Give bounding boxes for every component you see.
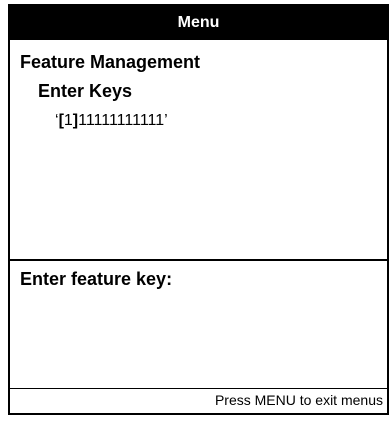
- title-bar-label: Menu: [177, 14, 220, 31]
- key-cursor-char: 1: [63, 112, 73, 129]
- title-bar: Menu: [10, 6, 387, 40]
- key-remaining-chars: 11111111111: [78, 112, 165, 129]
- menu-item-enter-keys[interactable]: Enter Keys: [38, 81, 132, 102]
- menu-area: Feature Management Enter Keys ‘[1]111111…: [10, 40, 387, 263]
- section-divider: [10, 259, 387, 261]
- device-screen: Menu Feature Management Enter Keys ‘[1]1…: [8, 4, 389, 415]
- prompt-area: Enter feature key:: [10, 263, 387, 389]
- key-close-quote: ’: [164, 112, 168, 129]
- menu-heading: Feature Management: [20, 52, 201, 72]
- feature-key-value[interactable]: ‘[1]11111111111’: [55, 112, 168, 130]
- footer-hint: Press MENU to exit menus: [214, 392, 383, 408]
- prompt-label: Enter feature key:: [20, 269, 173, 289]
- footer-divider: [10, 388, 387, 389]
